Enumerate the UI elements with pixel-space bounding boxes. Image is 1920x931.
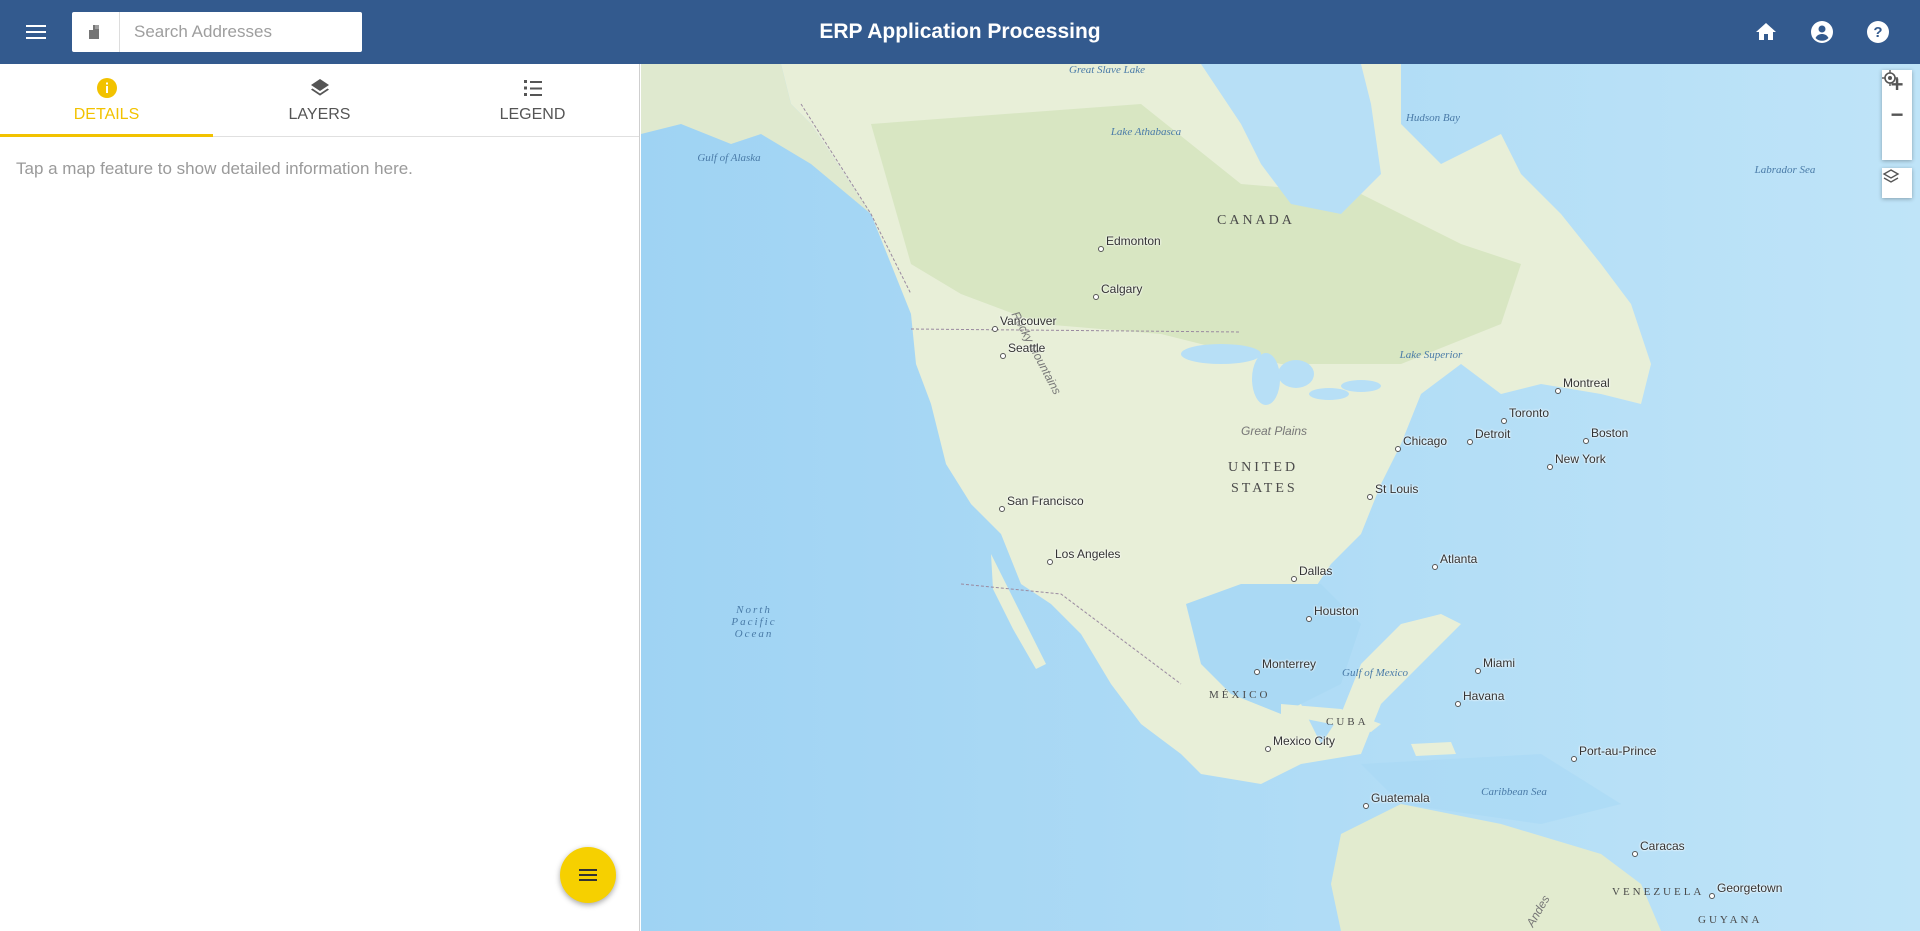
- city-label: Atlanta: [1432, 552, 1477, 570]
- city-label: Los Angeles: [1047, 547, 1120, 565]
- list-icon: [522, 76, 544, 100]
- city-label: New York: [1547, 452, 1606, 470]
- hamburger-menu-icon[interactable]: [18, 18, 54, 46]
- city-label: Calgary: [1093, 282, 1142, 300]
- address-search: [72, 12, 362, 52]
- city-label: Boston: [1583, 426, 1628, 444]
- basemap-layers-button[interactable]: [1882, 168, 1912, 198]
- city-label: Georgetown: [1709, 881, 1782, 899]
- water-label: Caribbean Sea: [1481, 786, 1547, 798]
- tab-label: LEGEND: [499, 106, 566, 123]
- country-label: CANADA: [1217, 213, 1295, 228]
- active-tab-indicator: [0, 134, 213, 137]
- city-label: Miami: [1475, 656, 1515, 674]
- city-label: Guatemala: [1363, 791, 1430, 809]
- tab-label: DETAILS: [73, 106, 140, 123]
- help-icon[interactable]: ?: [1866, 20, 1890, 44]
- layers-icon: [309, 76, 331, 100]
- water-label: Gulf of Mexico: [1342, 667, 1408, 679]
- water-label: North Pacific Ocean: [731, 604, 777, 640]
- region-label: Great Plains: [1241, 424, 1308, 438]
- city-label: Vancouver: [992, 314, 1056, 332]
- basemap: [641, 64, 1920, 931]
- sidebar-panel: DETAILS LAYERS LEGEND Tap a map feature …: [0, 64, 640, 931]
- info-icon: [96, 76, 118, 100]
- city-label: Mexico City: [1265, 734, 1335, 752]
- city-label: Montreal: [1555, 376, 1610, 394]
- tab-legend[interactable]: LEGEND: [426, 64, 639, 136]
- country-label: GUYANA: [1698, 914, 1763, 926]
- locate-icon: [1882, 70, 1898, 86]
- search-source-icon[interactable]: [72, 12, 120, 52]
- menu-lines-icon: [579, 869, 597, 881]
- city-label: Seattle: [1000, 341, 1045, 359]
- city-label: St Louis: [1367, 482, 1418, 500]
- city-label: Havana: [1455, 689, 1504, 707]
- account-circle-icon[interactable]: [1810, 20, 1834, 44]
- city-label: Toronto: [1501, 406, 1549, 424]
- details-placeholder-text: Tap a map feature to show detailed infor…: [16, 159, 413, 178]
- city-label: Monterrey: [1254, 657, 1316, 675]
- country-label: VENEZUELA: [1612, 886, 1705, 898]
- svg-text:?: ?: [1873, 24, 1882, 41]
- locate-button[interactable]: [1882, 70, 1912, 160]
- water-label: Labrador Sea: [1754, 164, 1816, 176]
- app-header: ERP Application Processing ?: [0, 0, 1920, 64]
- city-label: Houston: [1306, 604, 1359, 622]
- water-label: Great Slave Lake: [1069, 64, 1145, 76]
- layers-icon: [1882, 169, 1900, 183]
- city-label: Port-au-Prince: [1571, 744, 1656, 762]
- water-label: Gulf of Alaska: [697, 152, 761, 164]
- city-label: Detroit: [1467, 427, 1510, 445]
- country-label: CUBA: [1326, 716, 1369, 728]
- water-label: Lake Superior: [1399, 349, 1463, 361]
- zoom-out-button[interactable]: −: [1882, 100, 1912, 130]
- city-label: Edmonton: [1098, 234, 1161, 252]
- sidebar-tabs: DETAILS LAYERS LEGEND: [0, 64, 639, 137]
- fab-menu-button[interactable]: [560, 847, 616, 903]
- country-label: MÉXICO: [1209, 689, 1271, 701]
- tab-layers[interactable]: LAYERS: [213, 64, 426, 136]
- zoom-controls: + −: [1882, 70, 1912, 160]
- tab-details[interactable]: DETAILS: [0, 64, 213, 136]
- map-view[interactable]: CANADA UNITED STATES MÉXICO CUBA VENEZUE…: [641, 64, 1920, 931]
- city-label: San Francisco: [999, 494, 1084, 512]
- tab-label: LAYERS: [288, 106, 351, 123]
- search-input[interactable]: [120, 13, 362, 51]
- water-label: Lake Athabasca: [1110, 126, 1182, 138]
- city-label: Dallas: [1291, 564, 1332, 582]
- city-label: Chicago: [1395, 434, 1447, 452]
- country-label: UNITED: [1228, 460, 1299, 475]
- home-icon[interactable]: [1754, 20, 1778, 44]
- country-label: STATES: [1231, 481, 1298, 496]
- water-label: Hudson Bay: [1405, 112, 1461, 124]
- city-label: Caracas: [1632, 839, 1685, 857]
